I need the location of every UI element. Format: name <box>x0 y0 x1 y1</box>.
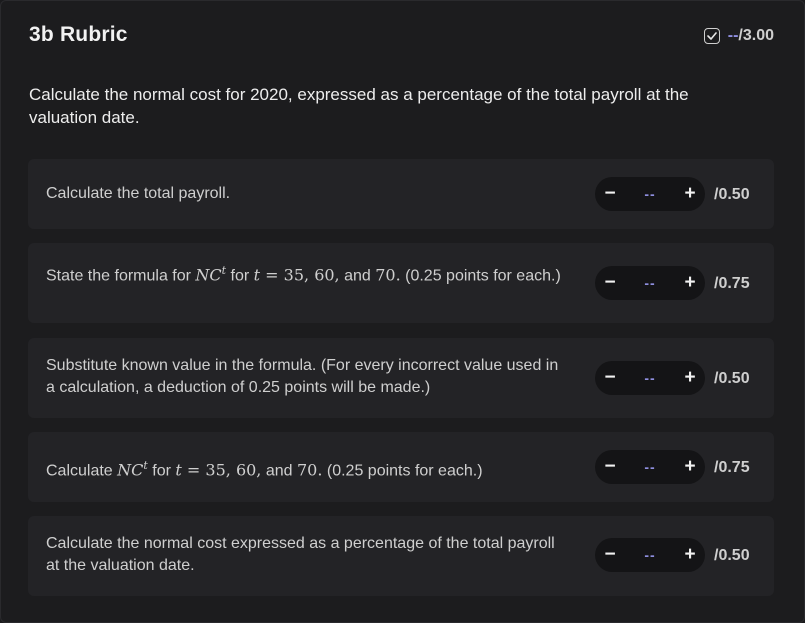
increment-button[interactable]: + <box>678 361 702 395</box>
decrement-button[interactable]: − <box>598 177 622 211</box>
item-max-points: /0.75 <box>714 459 750 476</box>
text-segment: (0.25 points for each.) <box>322 462 483 480</box>
text-segment: State the formula for <box>46 267 196 285</box>
rubric-item: Calculate the normal cost expressed as a… <box>28 516 774 596</box>
stepper-value[interactable]: -- <box>625 266 675 300</box>
rubric-item-text: Calculate the total payroll. <box>46 185 231 202</box>
math-equation: = 35, 60, <box>260 265 340 285</box>
question-text: Calculate the normal cost for 2020, expr… <box>29 85 689 127</box>
increment-button[interactable]: + <box>678 538 702 572</box>
text-segment: for <box>147 462 176 480</box>
total-score: --/3.00 <box>703 27 774 45</box>
rubric-item-text: Substitute known value in the formula. (… <box>46 357 559 396</box>
math-equation: = 35, 60, <box>181 460 262 480</box>
total-score-max: /3.00 <box>738 27 774 44</box>
rubric-item: Calculate NCt for t = 35, 60, and 70. (0… <box>28 432 774 502</box>
decrement-button[interactable]: − <box>598 538 622 572</box>
stepper-value[interactable]: -- <box>625 361 675 395</box>
text-segment: for <box>226 267 254 285</box>
item-max-points: /0.50 <box>714 370 750 387</box>
decrement-button[interactable]: − <box>598 361 622 395</box>
text-segment: and <box>261 462 297 480</box>
math-number: 70. <box>375 265 401 285</box>
item-max-points: /0.50 <box>714 186 750 203</box>
item-max-points: /0.75 <box>714 275 750 292</box>
text-segment: and <box>339 267 376 285</box>
rubric-item-text: Calculate NCt for t = 35, 60, and 70. (0… <box>46 455 566 482</box>
item-max-points: /0.50 <box>714 547 750 564</box>
decrement-button[interactable]: − <box>598 266 622 300</box>
rubric-item-text: Calculate the normal cost expressed as a… <box>46 535 555 574</box>
math-number: 70. <box>296 460 323 480</box>
math-nc: NC <box>195 265 222 285</box>
increment-button[interactable]: + <box>678 266 702 300</box>
score-stepper: − -- + <box>595 177 705 211</box>
text-segment: Calculate <box>46 462 118 480</box>
score-stepper: − -- + <box>595 266 705 300</box>
rubric-item: Substitute known value in the formula. (… <box>28 338 774 418</box>
rubric-panel: 3b Rubric --/3.00 Calculate the normal c… <box>0 0 805 623</box>
stepper-value[interactable]: -- <box>625 450 675 484</box>
score-stepper: − -- + <box>595 538 705 572</box>
total-score-value: -- <box>727 27 739 44</box>
stepper-value[interactable]: -- <box>625 538 675 572</box>
rubric-item: Calculate the total payroll. − -- + /0.5… <box>28 159 774 229</box>
rubric-title: 3b Rubric <box>29 23 128 46</box>
math-nc: NC <box>117 460 144 480</box>
rubric-item-text: State the formula for NCt for t = 35, 60… <box>46 260 566 287</box>
decrement-button[interactable]: − <box>598 450 622 484</box>
score-stepper: − -- + <box>595 361 705 395</box>
stepper-value[interactable]: -- <box>625 177 675 211</box>
text-segment: (0.25 points for each.) <box>400 267 561 285</box>
checkbox-check-icon[interactable] <box>703 28 720 44</box>
increment-button[interactable]: + <box>678 450 702 484</box>
increment-button[interactable]: + <box>678 177 702 211</box>
rubric-item: State the formula for NCt for t = 35, 60… <box>28 243 774 323</box>
score-stepper: − -- + <box>595 450 705 484</box>
